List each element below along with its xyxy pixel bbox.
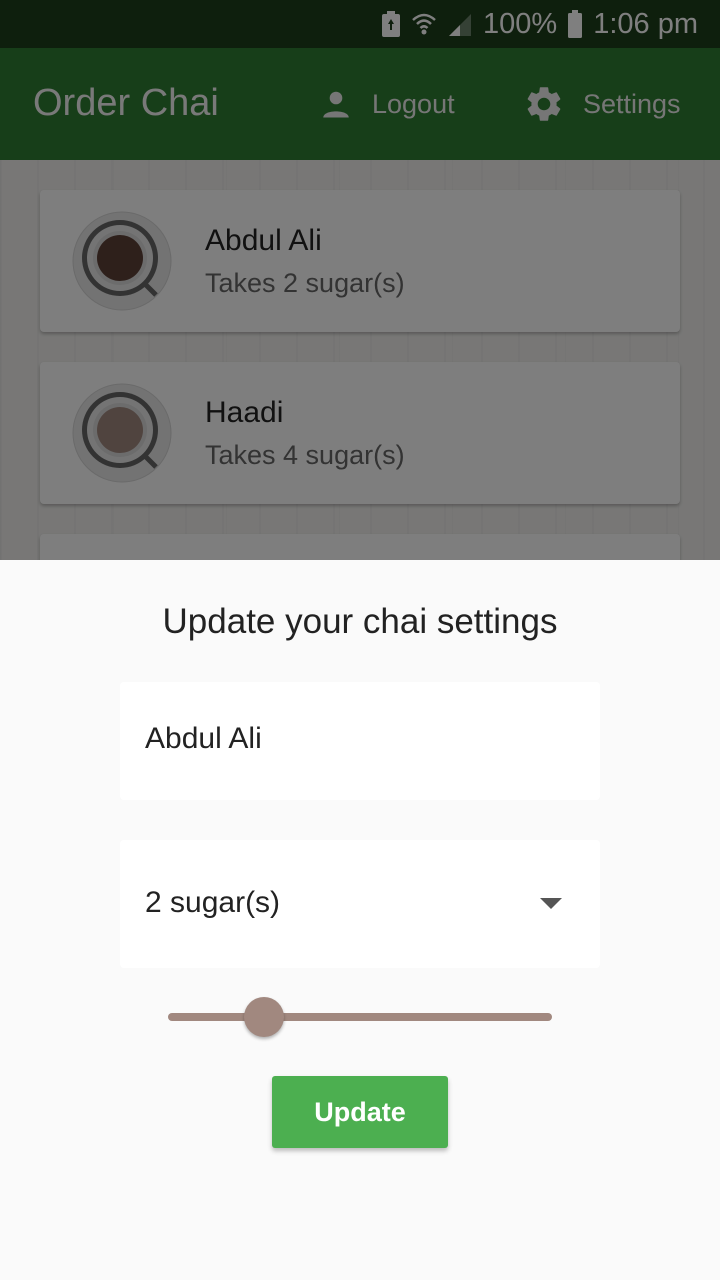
slider-track[interactable]: [168, 1013, 552, 1021]
sheet-title: Update your chai settings: [162, 602, 558, 641]
name-field-value: Abdul Ali: [145, 722, 262, 755]
sugar-dropdown[interactable]: 2 sugar(s): [120, 840, 600, 968]
slider-thumb[interactable]: [244, 997, 284, 1037]
name-field[interactable]: Abdul Ali: [120, 682, 600, 800]
modal-scrim[interactable]: [0, 0, 720, 560]
dropdown-arrow-icon: [540, 898, 562, 909]
update-button[interactable]: Update: [272, 1076, 448, 1148]
sugar-dropdown-value: 2 sugar(s): [145, 886, 281, 919]
settings-bottom-sheet: Update your chai settings Abdul Ali 2 su…: [0, 560, 720, 1280]
strength-slider[interactable]: [168, 997, 552, 1037]
